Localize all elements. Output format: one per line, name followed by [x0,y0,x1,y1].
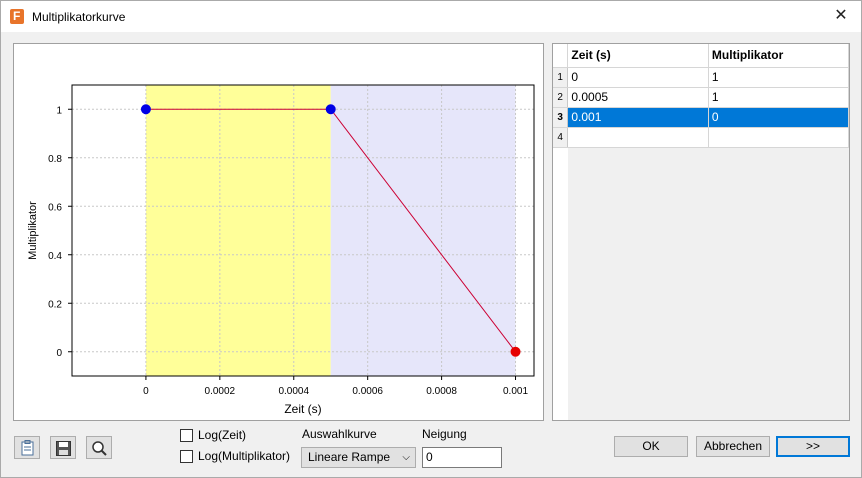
y-tick-label: 0.8 [48,154,62,165]
cell-multiplikator[interactable]: 0 [708,107,849,128]
ok-button[interactable]: OK [614,436,688,457]
table-row-selected[interactable]: 3 0.001 0 [553,107,849,128]
column-header-zeit[interactable]: Zeit (s) [567,44,709,68]
cell-zeit[interactable]: 0 [567,67,709,88]
slope-input[interactable]: 0 [422,447,502,468]
curve-select-value: Lineare Rampe [308,450,391,464]
log-multiplikator-label: Log(Multiplikator) [198,449,291,463]
grid-empty-area [568,148,849,420]
clipboard-icon [21,440,34,456]
dialog-window: Multiplikatorkurve ✕ 0 0.0002 0.0004 0.0006… [0,0,862,478]
data-point [510,346,521,357]
grid-corner [553,44,569,68]
row-number[interactable]: 2 [553,87,569,108]
y-tick-label: 0 [56,348,62,359]
x-tick-label: 0.0006 [352,386,383,397]
zoom-icon [92,441,107,456]
cell-zeit[interactable]: 0.0005 [567,87,709,108]
zoom-button[interactable] [86,436,112,459]
row-number[interactable]: 4 [553,127,569,148]
region-band [145,85,331,376]
x-tick-label: 0.0002 [205,386,236,397]
y-axis-label: Multiplikator [27,201,39,260]
log-mult-checkbox-row[interactable]: Log(Multiplikator) [180,448,290,464]
save-button[interactable] [50,436,76,459]
y-tick-label: 0.4 [48,251,62,262]
table-row[interactable]: 1 0 1 [553,67,849,88]
column-header-multiplikator[interactable]: Multiplikator [708,44,849,68]
x-axis-label: Zeit (s) [284,402,321,416]
curve-select[interactable]: Lineare Rampe ⌵ [301,447,416,468]
log-multiplikator-checkbox[interactable] [180,449,193,463]
row-number[interactable]: 1 [553,67,569,88]
clipboard-button[interactable] [14,436,40,459]
grid-header-row: Zeit (s) Multiplikator [553,44,849,68]
log-zeit-checkbox[interactable] [180,428,193,442]
x-tick-label: 0.001 [503,386,528,397]
cell-zeit[interactable] [567,127,709,148]
data-grid-panel: Zeit (s) Multiplikator 1 0 1 2 0.0005 1 … [552,43,850,421]
x-tick-label: 0.0008 [426,386,457,397]
close-icon[interactable]: ✕ [827,5,855,27]
data-point [325,104,336,115]
y-tick-label: 0.6 [48,202,62,213]
window-title: Multiplikatorkurve [32,10,126,24]
slope-label: Neigung [422,427,467,441]
title-bar: Multiplikatorkurve ✕ [1,1,861,32]
chart-panel: 0 0.0002 0.0004 0.0006 0.0008 0.001 0 0.2 0.4 0.6… [13,43,544,421]
expand-button[interactable]: >> [776,436,850,457]
curve-select-label: Auswahlkurve [302,427,377,441]
x-tick-label: 0 [143,386,149,397]
log-zeit-checkbox-row[interactable]: Log(Zeit) [180,427,246,443]
cell-zeit[interactable]: 0.001 [567,107,709,128]
data-point [140,104,151,115]
chevron-down-icon: ⌵ [402,452,410,463]
table-row[interactable]: 2 0.0005 1 [553,87,849,108]
data-grid: Zeit (s) Multiplikator 1 0 1 2 0.0005 1 … [553,44,849,148]
x-tick-label: 0.0004 [278,386,309,397]
cancel-button[interactable]: Abbrechen [696,436,770,457]
log-zeit-label: Log(Zeit) [198,428,247,442]
y-tick-label: 0.2 [48,299,62,310]
cell-multiplikator[interactable] [708,127,849,148]
y-tick-label: 1 [56,105,62,116]
save-icon [56,441,71,456]
app-icon [10,9,24,24]
table-row[interactable]: 4 [553,127,849,148]
cell-multiplikator[interactable]: 1 [708,87,849,108]
row-number[interactable]: 3 [553,107,569,128]
chart-svg: 0 0.0002 0.0004 0.0006 0.0008 0.001 0 0.2 0.4 0.6… [27,84,535,416]
cell-multiplikator[interactable]: 1 [708,67,849,88]
